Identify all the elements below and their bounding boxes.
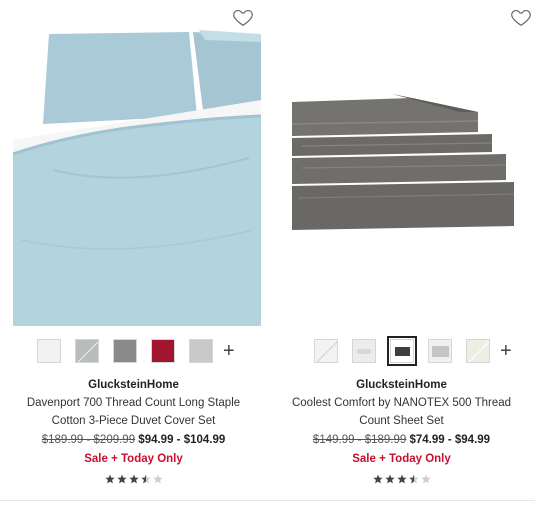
- product-info: GlucksteinHome Coolest Comfort by NANOTE…: [268, 377, 535, 484]
- product-info: GlucksteinHome Davenport 700 Thread Coun…: [0, 377, 267, 484]
- color-swatches: +: [314, 336, 512, 366]
- divider: [0, 500, 535, 501]
- star-icon: [372, 474, 383, 484]
- price-row: $189.99 - $209.99 $94.99 - $104.99: [0, 431, 267, 449]
- more-colors-button[interactable]: +: [223, 341, 235, 361]
- product-title[interactable]: Davenport 700 Thread Count Long Staple C…: [0, 394, 267, 430]
- product-card[interactable]: + GlucksteinHome Coolest Comfort by NANO…: [268, 0, 535, 509]
- swatch-white[interactable]: [314, 339, 338, 363]
- star-icon: [408, 474, 419, 484]
- star-icon: [420, 474, 431, 484]
- heart-icon[interactable]: [510, 6, 532, 28]
- product-image[interactable]: [291, 88, 533, 230]
- swatch-light-grey[interactable]: [352, 339, 376, 363]
- sale-price: $94.99 - $104.99: [138, 434, 226, 446]
- product-card[interactable]: + GlucksteinHome Davenport 700 Thread Co…: [0, 0, 267, 509]
- star-icon: [384, 474, 395, 484]
- swatch-white[interactable]: [37, 339, 61, 363]
- star-icon: [396, 474, 407, 484]
- swatch-charcoal[interactable]: [387, 336, 417, 366]
- star-icon: [152, 474, 163, 484]
- product-brand: GlucksteinHome: [88, 379, 179, 391]
- product-image[interactable]: [12, 30, 262, 326]
- swatch-red[interactable]: [151, 339, 175, 363]
- star-icon: [140, 474, 151, 484]
- promo-label: Sale + Today Only: [84, 453, 183, 465]
- promo-label: Sale + Today Only: [352, 453, 451, 465]
- swatch-grey[interactable]: [113, 339, 137, 363]
- original-price: $189.99 - $209.99: [41, 434, 136, 446]
- color-swatches: +: [37, 339, 235, 363]
- duvet-image: [12, 30, 262, 326]
- star-rating: [0, 474, 267, 484]
- product-title[interactable]: Coolest Comfort by NANOTEX 500 Thread Co…: [268, 394, 535, 430]
- more-colors-button[interactable]: +: [500, 341, 512, 361]
- star-icon: [128, 474, 139, 484]
- star-icon: [104, 474, 115, 484]
- sale-price: $74.99 - $94.99: [409, 434, 491, 446]
- star-icon: [116, 474, 127, 484]
- original-price: $149.99 - $189.99: [312, 434, 407, 446]
- product-brand: GlucksteinHome: [356, 379, 447, 391]
- star-rating: [268, 474, 535, 484]
- sheet-set-image: [291, 88, 533, 230]
- swatch-stone[interactable]: [428, 339, 452, 363]
- swatch-ivory[interactable]: [466, 339, 490, 363]
- heart-icon[interactable]: [232, 6, 254, 28]
- swatch-silver[interactable]: [189, 339, 213, 363]
- price-row: $149.99 - $189.99 $74.99 - $94.99: [268, 431, 535, 449]
- swatch-sage[interactable]: [75, 339, 99, 363]
